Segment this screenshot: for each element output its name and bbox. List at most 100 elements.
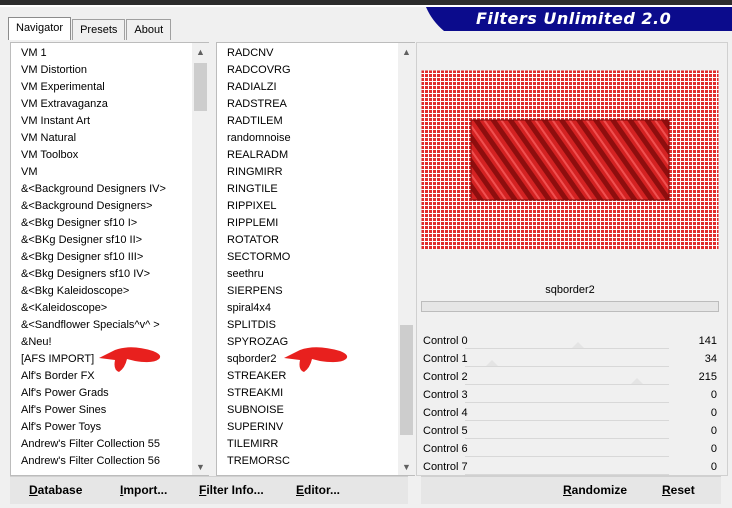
scroll-down-icon[interactable]: ▼ bbox=[398, 458, 415, 475]
control-slider-track[interactable] bbox=[465, 384, 669, 385]
control-value: 141 bbox=[698, 335, 717, 347]
category-list-item[interactable]: VM Toolbox bbox=[21, 147, 166, 164]
category-list-item[interactable]: &<Bkg Kaleidoscope> bbox=[21, 283, 166, 300]
category-list-item[interactable]: VM Distortion bbox=[21, 62, 166, 79]
category-list-item[interactable]: &<Bkg Designers sf10 IV> bbox=[21, 266, 166, 283]
filter-list[interactable]: RADCNV RADCOVRG RADIALZI RADSTREA RADTILEM ra… bbox=[227, 45, 291, 470]
control-label: Control 5 bbox=[423, 425, 468, 437]
control-row: Control 6 0 bbox=[421, 440, 719, 458]
filter-list-item[interactable]: randomnoise bbox=[227, 130, 291, 147]
control-row: Control 4 0 bbox=[421, 404, 719, 422]
category-list-item[interactable]: VM bbox=[21, 164, 166, 181]
filter-preview-image bbox=[421, 70, 719, 250]
category-list-item[interactable]: VM Experimental bbox=[21, 79, 166, 96]
category-list-item[interactable]: &<Bkg Designer sf10 III> bbox=[21, 249, 166, 266]
import-button[interactable]: Import... bbox=[120, 483, 167, 497]
tab-about[interactable]: About bbox=[126, 19, 172, 40]
scroll-thumb[interactable] bbox=[400, 325, 413, 435]
control-slider-track[interactable] bbox=[465, 456, 669, 457]
category-list-item[interactable]: Alf's Power Grads bbox=[21, 385, 166, 402]
control-slider-track[interactable] bbox=[465, 438, 669, 439]
filter-list-item[interactable]: SUPERINV bbox=[227, 419, 291, 436]
category-list-panel: VM 1 VM Distortion VM Experimental VM Extra… bbox=[10, 42, 209, 476]
control-value: 34 bbox=[704, 353, 717, 365]
category-list-item[interactable]: Alf's Power Toys bbox=[21, 419, 166, 436]
filter-list-item[interactable]: SIERPENS bbox=[227, 283, 291, 300]
control-slider-track[interactable] bbox=[465, 420, 669, 421]
control-row: Control 2 215 bbox=[421, 368, 719, 386]
filter-list-item[interactable]: REALRADM bbox=[227, 147, 291, 164]
filter-list-item[interactable]: RADIALZI bbox=[227, 79, 291, 96]
filter-list-item[interactable]: TILEMIRR bbox=[227, 436, 291, 453]
filter-scrollbar[interactable]: ▲ ▼ bbox=[398, 43, 415, 475]
scroll-up-icon[interactable]: ▲ bbox=[192, 43, 209, 60]
category-list-item[interactable]: &<Background Designers> bbox=[21, 198, 166, 215]
scroll-down-icon[interactable]: ▼ bbox=[192, 458, 209, 475]
category-list-item[interactable]: &<BKg Designer sf10 II> bbox=[21, 232, 166, 249]
randomize-button[interactable]: Randomize bbox=[563, 483, 627, 497]
control-row: Control 1 34 bbox=[421, 350, 719, 368]
database-button[interactable]: Database bbox=[29, 483, 82, 497]
filter-list-item[interactable]: RINGTILE bbox=[227, 181, 291, 198]
category-list[interactable]: VM 1 VM Distortion VM Experimental VM Extra… bbox=[21, 45, 166, 470]
filter-list-item[interactable]: spiral4x4 bbox=[227, 300, 291, 317]
control-label: Control 0 bbox=[423, 335, 468, 347]
control-sliders: Control 0 141 Control 1 34 Control 2 215 Contr… bbox=[421, 332, 719, 476]
control-row: Control 5 0 bbox=[421, 422, 719, 440]
control-slider-track[interactable] bbox=[465, 366, 669, 367]
control-label: Control 4 bbox=[423, 407, 468, 419]
filter-list-item[interactable]: SECTORMO bbox=[227, 249, 291, 266]
brand-title: Filters Unlimited 2.0 bbox=[476, 9, 672, 28]
category-list-item[interactable]: VM Extravaganza bbox=[21, 96, 166, 113]
control-slider-track[interactable] bbox=[465, 402, 669, 403]
control-label: Control 1 bbox=[423, 353, 468, 365]
control-slider-thumb[interactable] bbox=[571, 342, 584, 348]
control-slider-track[interactable] bbox=[465, 348, 669, 349]
filter-list-item[interactable]: SUBNOISE bbox=[227, 402, 291, 419]
tab-presets[interactable]: Presets bbox=[72, 19, 126, 40]
filter-list-item[interactable]: STREAKMI bbox=[227, 385, 291, 402]
control-value: 215 bbox=[698, 371, 717, 383]
scroll-thumb[interactable] bbox=[194, 63, 207, 111]
category-list-item[interactable]: Alf's Power Sines bbox=[21, 402, 166, 419]
selected-filter-title: sqborder2 bbox=[421, 277, 719, 303]
filter-list-item[interactable]: RADSTREA bbox=[227, 96, 291, 113]
filter-list-item[interactable]: RIPPLEMI bbox=[227, 215, 291, 232]
category-list-item[interactable]: VM Instant Art bbox=[21, 113, 166, 130]
category-list-item[interactable]: &<Kaleidoscope> bbox=[21, 300, 166, 317]
filter-list-item[interactable]: RIPPIXEL bbox=[227, 198, 291, 215]
category-pointer-arrow-icon bbox=[99, 347, 161, 372]
filter-list-item[interactable]: TREMORSC bbox=[227, 453, 291, 470]
editor-button[interactable]: Editor... bbox=[296, 483, 340, 497]
category-list-item[interactable]: Andrew's Filter Collection 56 bbox=[21, 453, 166, 470]
scroll-up-icon[interactable]: ▲ bbox=[398, 43, 415, 60]
filter-list-item[interactable]: SPLITDIS bbox=[227, 317, 291, 334]
filter-list-item[interactable]: RADCOVRG bbox=[227, 62, 291, 79]
control-label: Control 7 bbox=[423, 461, 468, 473]
category-list-item[interactable]: &<Background Designers IV> bbox=[21, 181, 166, 198]
control-label: Control 2 bbox=[423, 371, 468, 383]
filter-list-item[interactable]: ROTATOR bbox=[227, 232, 291, 249]
filter-list-item[interactable]: RADCNV bbox=[227, 45, 291, 62]
filter-list-item[interactable]: RADTILEM bbox=[227, 113, 291, 130]
control-slider-track[interactable] bbox=[465, 474, 669, 475]
control-row: Control 3 0 bbox=[421, 386, 719, 404]
control-value: 0 bbox=[710, 389, 717, 401]
filter-list-item[interactable]: seethru bbox=[227, 266, 291, 283]
control-slider-thumb[interactable] bbox=[631, 378, 643, 384]
control-slider-thumb[interactable] bbox=[486, 360, 499, 366]
brand-banner: Filters Unlimited 2.0 bbox=[426, 7, 732, 31]
filter-list-item[interactable]: RINGMIRR bbox=[227, 164, 291, 181]
filter-info-button[interactable]: Filter Info... bbox=[199, 483, 264, 497]
reset-button[interactable]: Reset bbox=[662, 483, 695, 497]
tab-navigator[interactable]: Navigator bbox=[8, 17, 72, 40]
category-scrollbar[interactable]: ▲ ▼ bbox=[192, 43, 209, 475]
category-list-item[interactable]: &<Bkg Designer sf10 I> bbox=[21, 215, 166, 232]
category-list-item[interactable]: Andrew's Filter Collection 55 bbox=[21, 436, 166, 453]
filter-list-panel: RADCNV RADCOVRG RADIALZI RADSTREA RADTILEM ra… bbox=[216, 42, 415, 476]
category-list-item[interactable]: VM Natural bbox=[21, 130, 166, 147]
category-list-item[interactable]: VM 1 bbox=[21, 45, 166, 62]
control-label: Control 6 bbox=[423, 443, 468, 455]
category-list-item[interactable]: &<Sandflower Specials^v^ > bbox=[21, 317, 166, 334]
progress-bar bbox=[421, 301, 719, 312]
